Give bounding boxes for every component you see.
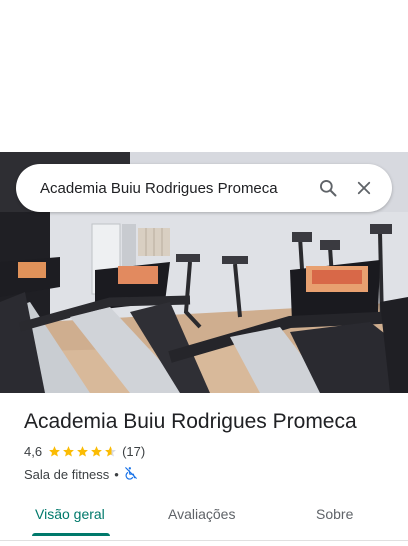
place-tabs: Visão geral Avaliações Sobre <box>0 496 408 536</box>
review-count[interactable]: (17) <box>122 444 145 459</box>
search-icon[interactable] <box>310 170 346 206</box>
rating-row[interactable]: 4,6 (17) <box>24 444 145 459</box>
blank-top-area <box>0 0 408 152</box>
separator-dot: • <box>114 467 119 482</box>
tabs-divider <box>0 540 408 541</box>
tab-about[interactable]: Sobre <box>316 506 353 522</box>
search-input[interactable]: Academia Buiu Rodrigues Promeca <box>40 180 310 197</box>
star-half-icon <box>105 446 116 457</box>
category-row: Sala de fitness • <box>24 466 138 483</box>
tab-reviews[interactable]: Avaliações <box>168 506 235 522</box>
wheelchair-crossed-icon <box>124 466 138 483</box>
search-bar[interactable]: Academia Buiu Rodrigues Promeca <box>16 164 392 212</box>
rating-value: 4,6 <box>24 444 43 459</box>
place-title: Academia Buiu Rodrigues Promeca <box>24 410 357 433</box>
place-category: Sala de fitness <box>24 467 110 482</box>
rating-stars <box>48 445 118 458</box>
active-tab-indicator <box>32 533 110 536</box>
star-icon <box>91 446 102 457</box>
star-icon <box>77 446 88 457</box>
tab-overview[interactable]: Visão geral <box>35 506 105 522</box>
star-icon <box>49 446 60 457</box>
close-icon[interactable] <box>346 170 382 206</box>
star-icon <box>63 446 74 457</box>
